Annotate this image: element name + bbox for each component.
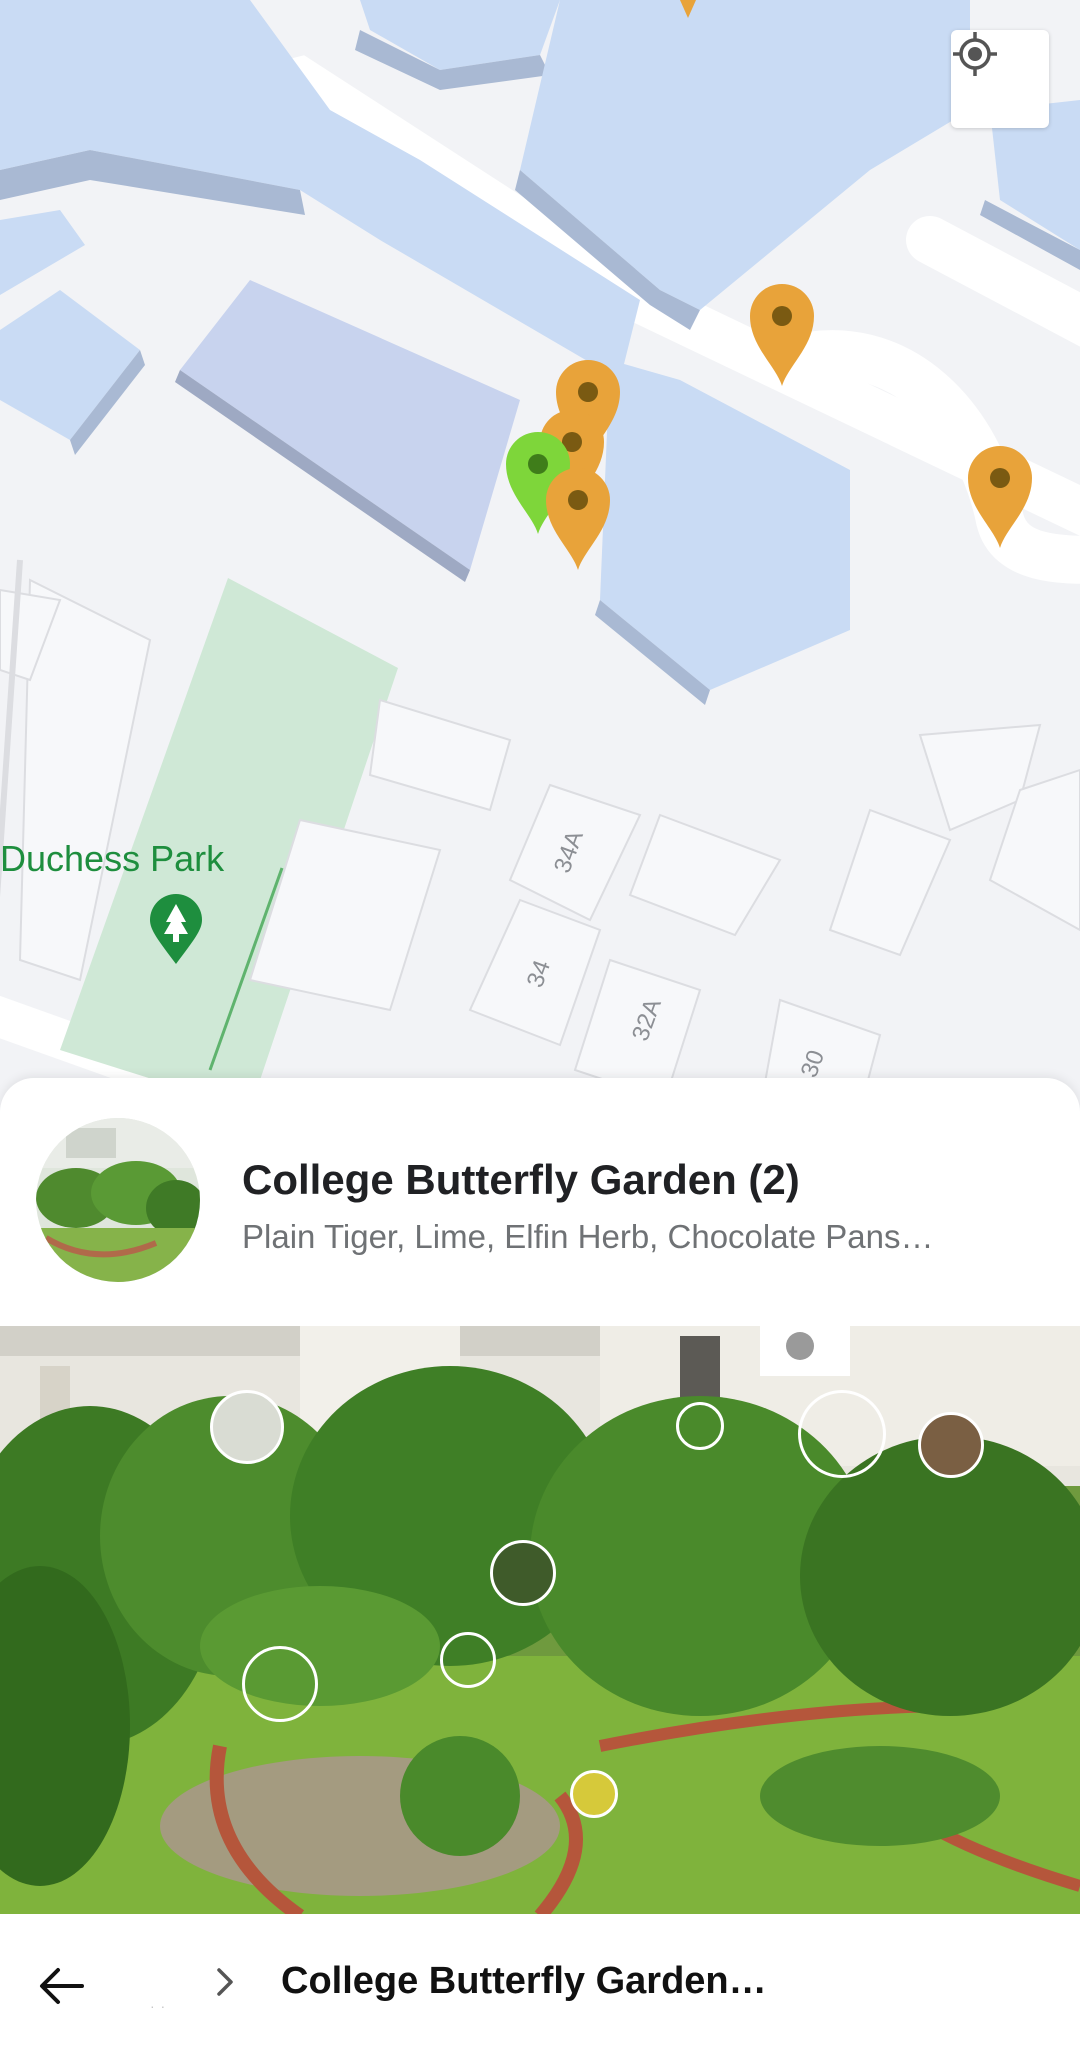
- breadcrumb-ellipsis[interactable]: · ·: [150, 1998, 166, 2014]
- chevron-right-icon: [208, 1960, 242, 2004]
- place-thumbnail[interactable]: [36, 1118, 200, 1282]
- park-label: Duchess Park: [0, 838, 225, 879]
- place-title: College Butterfly Garden (2): [242, 1156, 800, 1203]
- map-pin: [546, 468, 610, 570]
- garden-photo[interactable]: [0, 1326, 1080, 1914]
- sighting-marker[interactable]: [798, 1390, 886, 1478]
- map-canvas: [0, 0, 1080, 1110]
- arrow-left-icon: [40, 1968, 84, 2004]
- sighting-marker[interactable]: [918, 1412, 984, 1478]
- place-species-list: Plain Tiger, Lime, Elfin Herb, Chocolate…: [242, 1218, 934, 1255]
- sighting-marker[interactable]: [490, 1540, 556, 1606]
- sighting-marker[interactable]: [570, 1770, 618, 1818]
- garden-photo-image: [0, 1326, 1080, 1914]
- bottom-navigation-bar: · · College Butterfly Garden…: [0, 1914, 1080, 2048]
- sighting-marker[interactable]: [676, 1402, 724, 1450]
- back-button[interactable]: [30, 1954, 94, 2018]
- my-location-icon: [953, 32, 997, 76]
- breadcrumb-current-title: College Butterfly Garden…: [281, 1960, 767, 2002]
- sighting-marker[interactable]: [440, 1632, 496, 1688]
- map-view[interactable]: Duchess Park 34A 34 32A 30: [0, 0, 1080, 1110]
- sighting-marker[interactable]: [242, 1646, 318, 1722]
- my-location-button[interactable]: [951, 30, 1049, 128]
- sighting-marker[interactable]: [210, 1390, 284, 1464]
